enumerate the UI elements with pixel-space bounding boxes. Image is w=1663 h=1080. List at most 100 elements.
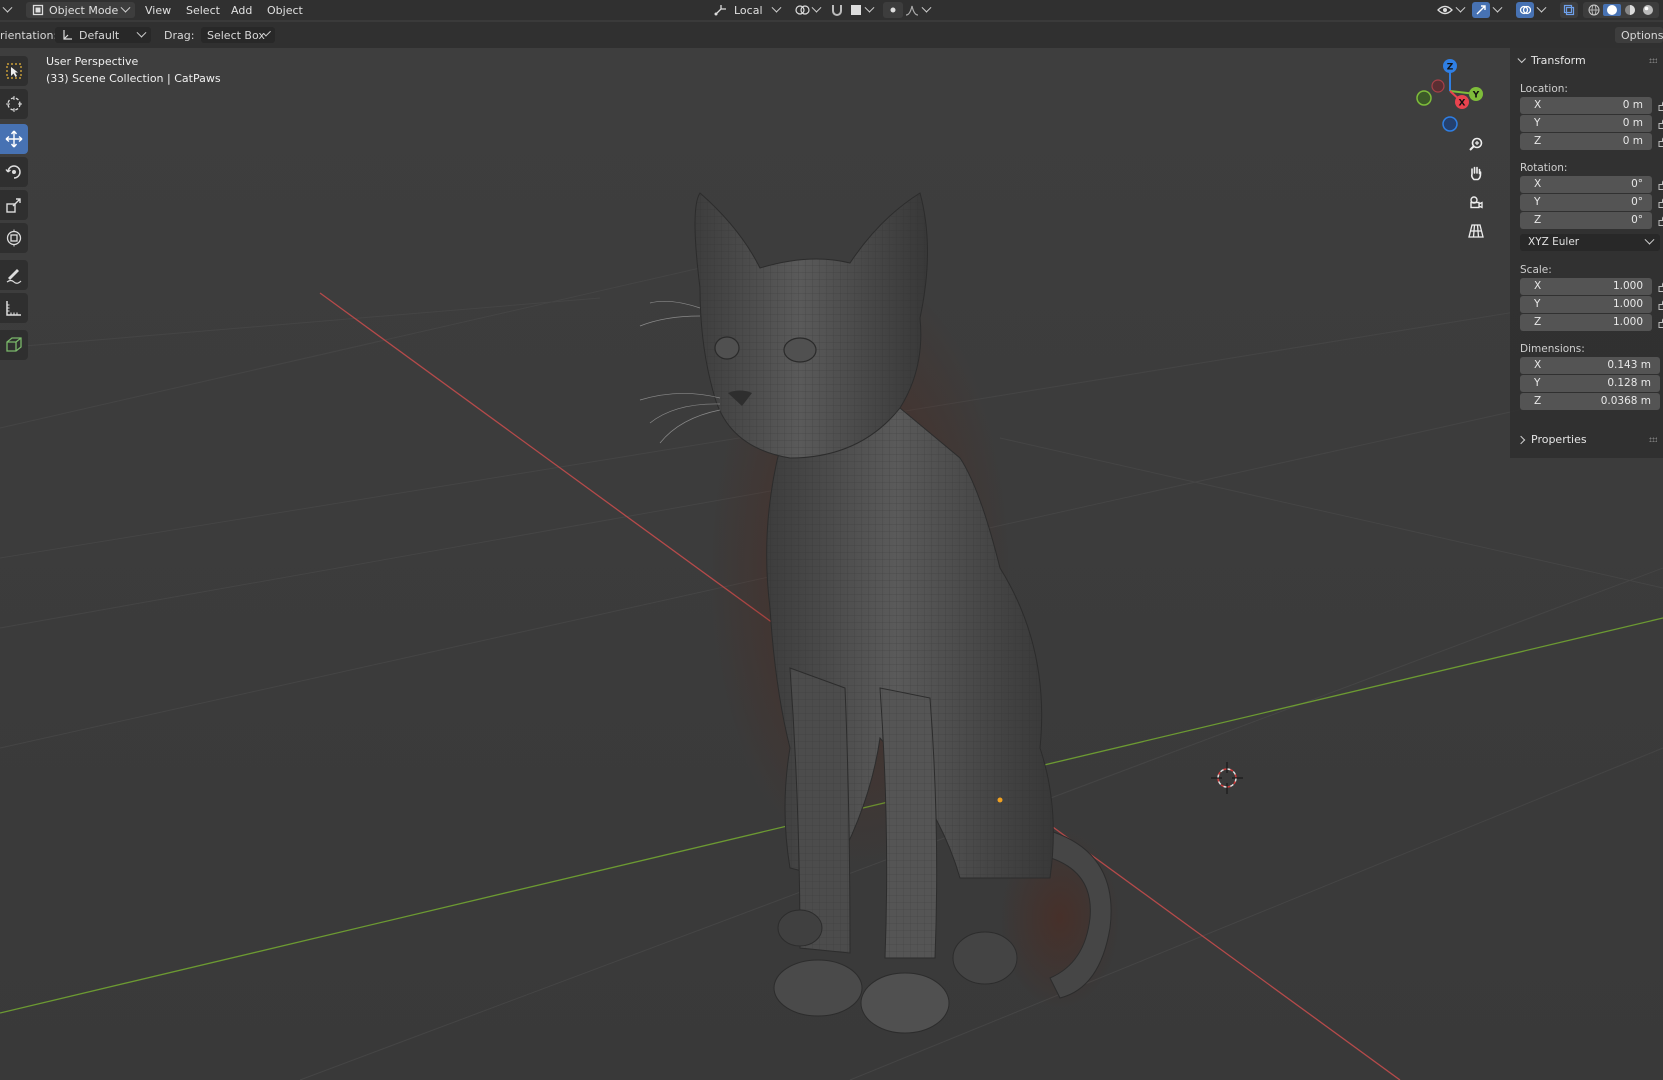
scale-y-field[interactable]: Y 1.000 [1520,296,1652,313]
chevron-down-icon [1536,2,1547,13]
chevron-down-icon [2,2,13,13]
menu-object[interactable]: Object [267,2,303,18]
axis-label: Z [1534,214,1542,226]
3d-viewport[interactable]: Z Y X User Perspective (33) Scene Collec… [0,48,1663,1080]
overlays-toggle[interactable] [1516,2,1547,18]
overlay-icon [1516,2,1534,18]
drag-dropdown[interactable]: Select Box [201,27,275,43]
transform-title: Transform [1531,54,1586,67]
pan-button[interactable] [1464,161,1488,185]
material-shading-icon[interactable] [1621,4,1639,16]
grid-perspective-icon [1468,223,1484,239]
magnet-icon [830,3,844,17]
visibility-dropdown[interactable] [1437,2,1466,18]
drag-grip-icon[interactable] [1649,58,1657,63]
dimensions-z-field[interactable]: Z 0.0368 m [1520,393,1660,410]
scale-z-field[interactable]: Z 1.000 [1520,314,1652,331]
rendered-shading-icon[interactable] [1639,4,1657,16]
location-label: Location: [1520,83,1568,95]
gizmo-y-label: Y [1472,91,1480,101]
options-button[interactable]: Options [1615,27,1663,43]
scale-x-lock-icon[interactable] [1658,282,1663,292]
location-z-lock-icon[interactable] [1658,137,1663,147]
editor-type-menu[interactable] [0,2,18,18]
snap-target-dropdown[interactable] [850,2,875,18]
menu-add[interactable]: Add [231,2,252,18]
gizmo-neg-x-axis[interactable] [1431,79,1445,93]
camera-view-button[interactable] [1464,190,1488,214]
menu-view[interactable]: View [145,2,171,18]
dimensions-x-field[interactable]: X 0.143 m [1520,357,1660,374]
scene-canvas: Z Y X [0,48,1663,1080]
gizmo-z-label: Z [1447,63,1454,73]
xray-icon [1560,2,1578,18]
xray-toggle[interactable] [1560,2,1578,18]
chevron-down-icon [1644,234,1655,245]
field-value: 0 m [1622,99,1643,111]
location-y-lock-icon[interactable] [1658,119,1663,129]
rotation-z-lock-icon[interactable] [1658,216,1663,226]
field-value: 0.0368 m [1600,395,1651,407]
scale-label: Scale: [1520,264,1552,276]
move-icon [5,130,23,148]
drag-grip-icon[interactable] [1649,437,1657,442]
location-x-field[interactable]: X 0 m [1520,97,1652,114]
axis-label: Y [1534,117,1541,129]
rotation-mode-dropdown[interactable]: XYZ Euler [1520,234,1660,251]
gizmo-neg-z-axis[interactable] [1442,116,1458,132]
tool-scale[interactable] [0,190,28,220]
location-x-lock-icon[interactable] [1658,101,1663,111]
tool-cursor[interactable] [0,89,28,119]
tool-transform[interactable] [0,223,28,253]
rotation-y-field[interactable]: Y 0° [1520,194,1652,211]
axis-label: Y [1534,377,1541,389]
scale-z-lock-icon[interactable] [1658,318,1663,328]
local-orientation-icon [714,4,728,16]
axis-label: Z [1534,395,1542,407]
properties-panel-header[interactable]: Properties [1516,433,1587,446]
eye-icon [1437,4,1453,16]
proportional-edit-toggle[interactable] [883,2,903,18]
rotation-x-field[interactable]: X 0° [1520,176,1652,193]
dimensions-y-field[interactable]: Y 0.128 m [1520,375,1660,392]
zoom-button[interactable] [1464,132,1488,156]
tool-move[interactable] [0,124,28,154]
gizmo-neg-y-axis[interactable] [1416,90,1432,106]
pivot-point-dropdown[interactable] [795,2,822,18]
chevron-down-icon [136,27,147,38]
rotation-z-field[interactable]: Z 0° [1520,212,1652,229]
tool-select-box[interactable] [0,56,28,86]
perspective-toggle-button[interactable] [1464,219,1488,243]
gizmo-toggle[interactable] [1472,2,1503,18]
collapse-chevron-icon [1517,54,1526,63]
solid-shading-icon[interactable] [1603,4,1621,16]
rotation-y-lock-icon[interactable] [1658,198,1663,208]
tool-add-cube[interactable] [0,330,28,360]
wireframe-shading-icon[interactable] [1585,4,1603,16]
scale-y-lock-icon[interactable] [1658,300,1663,310]
transform-panel-header[interactable]: Transform [1517,54,1586,67]
field-value: 1.000 [1612,298,1643,310]
menu-select[interactable]: Select [186,2,220,18]
transform-orientation-dropdown[interactable]: Local [714,2,781,18]
tool-annotate[interactable] [0,260,28,290]
orientation-dropdown[interactable]: Default [55,27,151,43]
tool-measure[interactable] [0,293,28,323]
mode-dropdown[interactable]: Object Mode [26,2,136,18]
drag-value: Select Box [207,28,265,42]
mode-label: Object Mode [49,3,119,17]
axis-label: Y [1534,196,1541,208]
orientation-value: Default [79,28,120,42]
location-z-field[interactable]: Z 0 m [1520,133,1652,150]
object-mode-icon [32,4,44,16]
proportional-falloff-dropdown[interactable] [905,2,932,18]
scale-x-field[interactable]: X 1.000 [1520,278,1652,295]
rotation-x-lock-icon[interactable] [1658,180,1663,190]
axis-label: Z [1534,316,1542,328]
tool-rotate[interactable] [0,157,28,187]
field-value: 0° [1631,178,1643,190]
snap-toggle[interactable] [830,2,844,18]
location-y-field[interactable]: Y 0 m [1520,115,1652,132]
chevron-down-icon [811,2,822,13]
field-value: 0° [1631,196,1643,208]
